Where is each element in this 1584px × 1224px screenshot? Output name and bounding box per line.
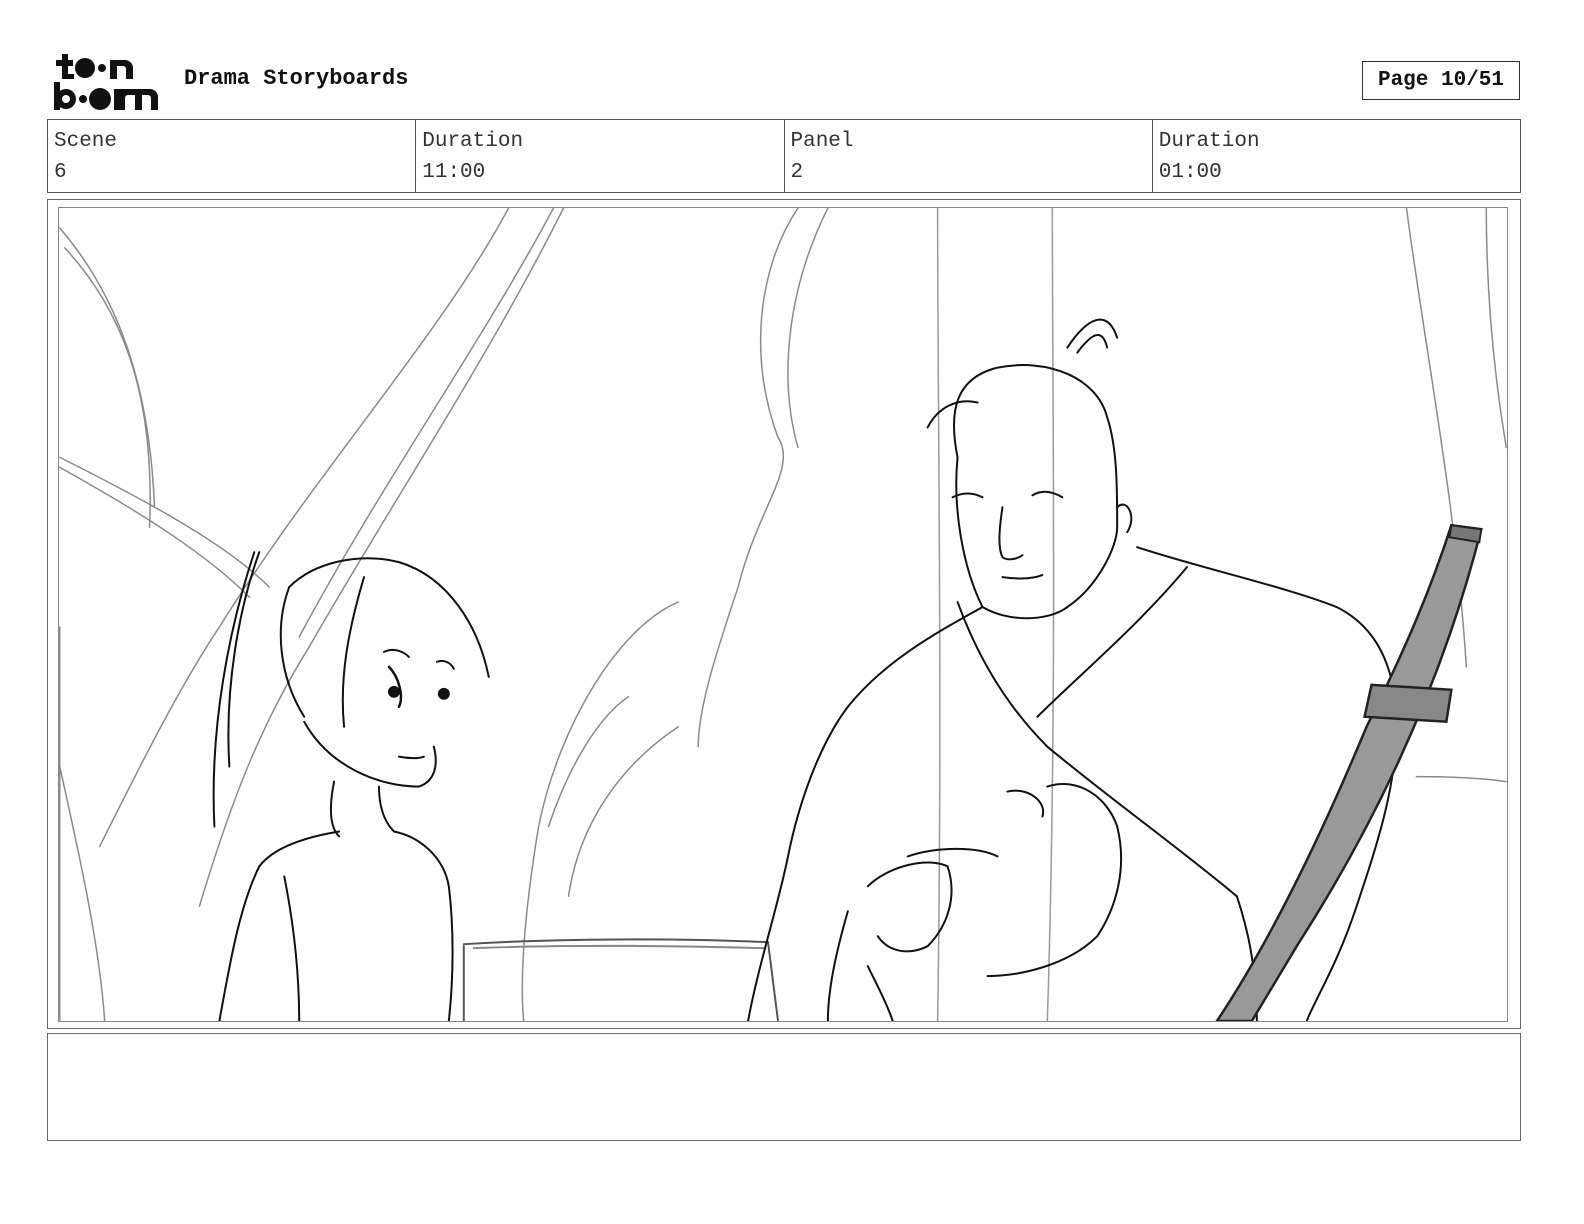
storyboard-sketch-image [58,207,1508,1022]
scene-value: 6 [54,161,67,184]
panel-label: Panel [790,130,854,153]
toon-boom-logo [50,52,162,112]
panel-duration-value: 01:00 [1158,161,1222,184]
document-title: Drama Storyboards [184,66,409,91]
panel-value: 2 [790,161,804,184]
panel-info-table: Scene 6 Duration 11:00 Panel 2 Duration … [47,119,1521,193]
scene-cell: Scene 6 [48,120,417,192]
scene-label: Scene [54,130,118,153]
scene-duration-cell: Duration 11:00 [416,120,785,192]
panel-cell: Panel 2 [785,120,1153,192]
page-number: 10/51 [1441,69,1505,92]
page-indicator: Page 10/51 [1362,61,1520,100]
panel-duration-cell: Duration 01:00 [1153,120,1520,192]
panel-notes-box [47,1033,1521,1141]
scene-duration-value: 11:00 [422,161,486,184]
scene-duration-label: Duration [422,130,524,153]
storyboard-panel-frame [47,199,1521,1029]
page-label: Page [1377,69,1429,92]
panel-duration-label: Duration [1158,130,1260,153]
